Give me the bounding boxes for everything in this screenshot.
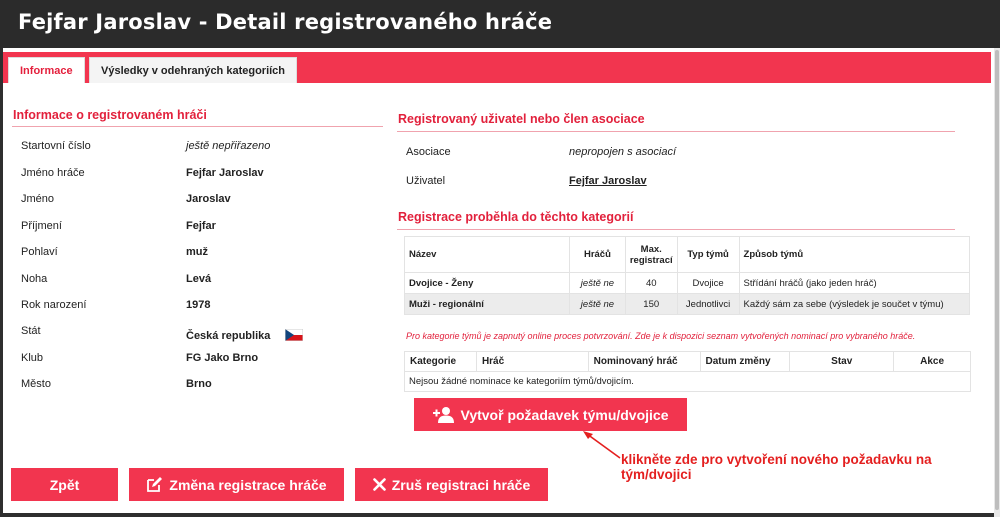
player-section-title: Informace o registrovaném hráči xyxy=(13,108,207,122)
table-row: Nejsou žádné nominace ke kategoriím týmů… xyxy=(404,371,971,392)
nominations-table: Kategorie Hráč Nominovaný hráč Datum změ… xyxy=(404,351,971,392)
tab-bar: Informace Výsledky v odehraných kategori… xyxy=(3,52,991,83)
nom-header-action[interactable]: Akce xyxy=(893,351,971,372)
field-value-city: Brno xyxy=(186,378,212,390)
change-registration-button[interactable]: Změna registrace hráče xyxy=(129,468,344,501)
cell-type: Jednotlivci xyxy=(676,293,740,315)
field-value-surname: Fejfar xyxy=(186,220,216,232)
scrollbar-thumb[interactable] xyxy=(995,50,999,510)
nom-header-state[interactable]: Stav xyxy=(789,351,895,372)
cancel-registration-label: Zruš registraci hráče xyxy=(391,476,531,493)
field-value-start-number: ještě nepřiřazeno xyxy=(186,140,271,152)
categories-section-title: Registrace proběhla do těchto kategorií xyxy=(398,210,634,224)
back-button-label: Zpět xyxy=(49,476,80,493)
nom-header-nominated[interactable]: Nominovaný hráč xyxy=(587,351,701,372)
cell-players: ještě ne xyxy=(569,272,626,294)
table-row[interactable]: Muži - regionální ještě ne 150 Jednotliv… xyxy=(403,293,971,315)
col-header-name[interactable]: Název xyxy=(403,236,571,273)
cell-name: Dvojice - Ženy xyxy=(403,272,571,294)
user-label: Uživatel xyxy=(406,175,446,187)
edit-icon xyxy=(147,477,163,492)
change-registration-label: Změna registrace hráče xyxy=(169,476,327,493)
categories-table: Název Hráčů Max. registrací Typ týmů Způs… xyxy=(403,236,971,315)
cancel-registration-button[interactable]: Zruš registraci hráče xyxy=(355,468,548,501)
field-value-club: FG Jako Brno xyxy=(186,352,259,364)
tab-informace[interactable]: Informace xyxy=(8,57,85,83)
col-header-team-mode[interactable]: Způsob týmů xyxy=(738,236,971,273)
cell-type: Dvojice xyxy=(676,272,740,294)
user-profile-link[interactable]: Fejfar Jaroslav xyxy=(569,175,647,187)
association-label: Asociace xyxy=(406,146,451,158)
field-label-city: Město xyxy=(21,378,51,390)
cell-players: ještě ne xyxy=(569,293,626,315)
field-value-birth-year: 1978 xyxy=(186,299,211,311)
title-bar: Fejfar Jaroslav - Detail registrovaného … xyxy=(0,0,1000,48)
team-confirmation-note: Pro kategorie týmů je zapnutý online pro… xyxy=(406,331,916,341)
categories-section-divider xyxy=(397,229,955,230)
field-label-foot: Noha xyxy=(21,273,48,285)
close-icon xyxy=(372,478,386,491)
nom-header-date[interactable]: Datum změny xyxy=(699,351,791,372)
col-header-max[interactable]: Max. registrací xyxy=(624,236,678,273)
cell-max: 40 xyxy=(624,272,678,294)
czech-flag-icon xyxy=(285,329,303,341)
field-label-first-name: Jméno xyxy=(21,193,55,205)
window-title: Fejfar Jaroslav - Detail registrovaného … xyxy=(18,10,553,34)
field-value-gender: muž xyxy=(186,246,208,258)
categories-header-row: Název Hráčů Max. registrací Typ týmů Způs… xyxy=(403,236,971,273)
table-row[interactable]: Dvojice - Ženy ještě ne 40 Dvojice Stříd… xyxy=(403,272,971,294)
arrow-icon xyxy=(583,431,621,459)
user-section-title: Registrovaný uživatel nebo člen asociace xyxy=(398,112,645,126)
cell-max: 150 xyxy=(624,293,678,315)
player-section-divider xyxy=(12,126,383,127)
cell-mode: Každý sám za sebe (výsledek je součet v … xyxy=(738,293,971,315)
cell-name: Muži - regionální xyxy=(403,293,571,315)
create-team-hint: klikněte zde pro vytvoření nového požada… xyxy=(621,452,932,482)
association-value: nepropojen s asociací xyxy=(569,146,677,158)
field-label-gender: Pohlaví xyxy=(21,246,58,258)
field-label-country: Stát xyxy=(21,325,41,337)
field-label-player-name: Jméno hráče xyxy=(21,167,85,179)
nom-header-category[interactable]: Kategorie xyxy=(404,351,477,372)
field-label-start-number: Startovní číslo xyxy=(21,140,91,152)
col-header-players[interactable]: Hráčů xyxy=(569,236,626,273)
create-team-request-label: Vytvoř požadavek týmu/dvojice xyxy=(460,406,669,423)
cell-mode: Střídání hráčů (jako jeden hráč) xyxy=(738,272,971,294)
nom-header-player[interactable]: Hráč xyxy=(475,351,589,372)
create-team-request-button[interactable]: Vytvoř požadavek týmu/dvojice xyxy=(414,398,687,431)
back-button[interactable]: Zpět xyxy=(11,468,118,501)
user-section-divider xyxy=(397,131,955,132)
nominations-header-row: Kategorie Hráč Nominovaný hráč Datum změ… xyxy=(404,351,971,372)
field-value-first-name: Jaroslav xyxy=(186,193,231,205)
nominations-empty-message: Nejsou žádné nominace ke kategoriím týmů… xyxy=(404,371,971,392)
col-header-team-type[interactable]: Typ týmů xyxy=(676,236,740,273)
field-label-club: Klub xyxy=(21,352,44,364)
add-user-icon xyxy=(432,406,454,423)
field-value-foot: Levá xyxy=(186,273,212,285)
tab-vysledky[interactable]: Výsledky v odehraných kategoriích xyxy=(89,57,298,83)
field-label-surname: Příjmení xyxy=(21,220,62,232)
field-value-player-name: Fejfar Jaroslav xyxy=(186,167,264,179)
field-value-country: Česká republika xyxy=(186,330,271,342)
field-label-birth-year: Rok narození xyxy=(21,299,87,311)
